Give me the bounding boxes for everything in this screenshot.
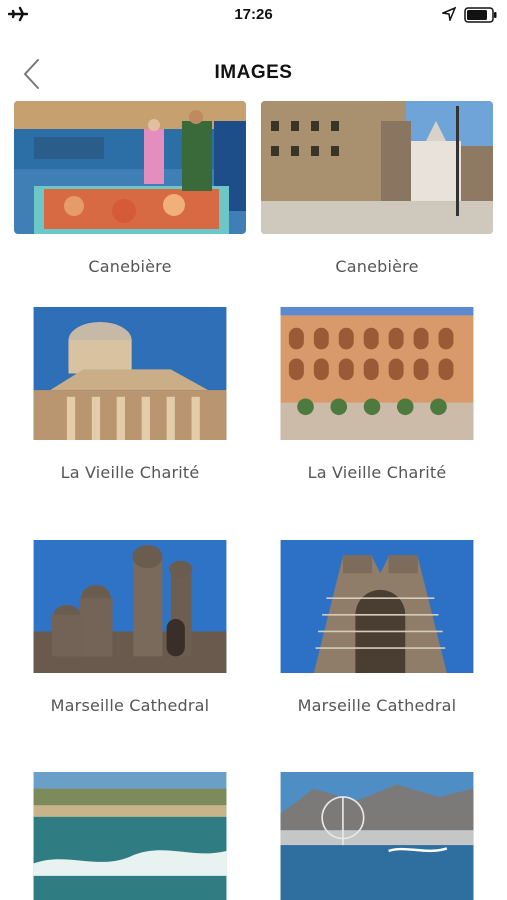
photo-harbor-ferris-wheel [261, 772, 493, 900]
gallery-caption: Canebière [88, 257, 172, 276]
image-gallery: Canebière Canebière La Vieille Charité L… [0, 101, 507, 900]
photo-marseille-cathedral-side [14, 540, 246, 673]
gallery-item[interactable]: La Vieille Charité [261, 307, 493, 482]
gallery-caption: Marseille Cathedral [297, 696, 457, 715]
gallery-item[interactable]: Marseille Cathedral [14, 540, 246, 715]
photo-canebiere-fish-market [14, 101, 246, 234]
photo-vieille-charite-chapel [14, 307, 246, 440]
battery-icon [464, 7, 497, 23]
gallery-item[interactable]: Canebière [14, 101, 246, 276]
gallery-caption: La Vieille Charité [60, 463, 200, 482]
gallery-item[interactable]: Marseille Cathedral [261, 540, 493, 715]
photo-coast-waves [14, 772, 246, 900]
status-bar: 17:26 [0, 0, 507, 30]
gallery-item[interactable] [261, 772, 493, 900]
location-arrow-icon [442, 7, 456, 21]
photo-vieille-charite-courtyard [261, 307, 493, 440]
gallery-caption: La Vieille Charité [307, 463, 447, 482]
photo-canebiere-street [261, 101, 493, 234]
gallery-item[interactable]: Canebière [261, 101, 493, 276]
photo-marseille-cathedral-front [261, 540, 493, 673]
nav-bar: IMAGES [0, 42, 507, 102]
gallery-item[interactable]: La Vieille Charité [14, 307, 246, 482]
page-title: IMAGES [214, 62, 293, 83]
gallery-caption: Canebière [335, 257, 419, 276]
gallery-item[interactable] [14, 772, 246, 900]
status-time: 17:26 [234, 6, 273, 23]
gallery-caption: Marseille Cathedral [50, 696, 210, 715]
